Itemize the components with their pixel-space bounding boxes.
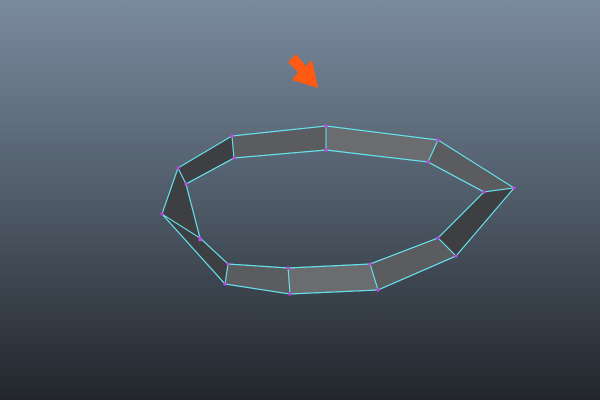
mesh-vertex[interactable]: [376, 288, 380, 292]
mesh-vertex[interactable]: [160, 212, 164, 216]
mesh-vertex[interactable]: [198, 238, 202, 242]
ring-face[interactable]: [287, 263, 379, 295]
mesh-vertex[interactable]: [176, 166, 180, 170]
mesh-vertex[interactable]: [436, 236, 440, 240]
mesh-vertex[interactable]: [184, 182, 188, 186]
mesh-vertex[interactable]: [482, 190, 486, 194]
mesh-vertex[interactable]: [226, 262, 230, 266]
mesh-vertex[interactable]: [454, 254, 458, 258]
mesh-vertex[interactable]: [512, 186, 516, 190]
mesh-vertex[interactable]: [232, 156, 236, 160]
mesh-vertex[interactable]: [436, 138, 440, 142]
mesh-vertex[interactable]: [288, 292, 292, 296]
mesh-vertex[interactable]: [368, 262, 372, 266]
mesh-vertex[interactable]: [223, 282, 227, 286]
mesh-vertex[interactable]: [324, 148, 328, 152]
mesh-vertex[interactable]: [286, 266, 290, 270]
mesh-vertex[interactable]: [324, 124, 328, 128]
mesh-vertex[interactable]: [230, 134, 234, 138]
viewport-canvas[interactable]: [0, 0, 600, 400]
mesh-vertex[interactable]: [426, 160, 430, 164]
3d-viewport[interactable]: [0, 0, 600, 400]
